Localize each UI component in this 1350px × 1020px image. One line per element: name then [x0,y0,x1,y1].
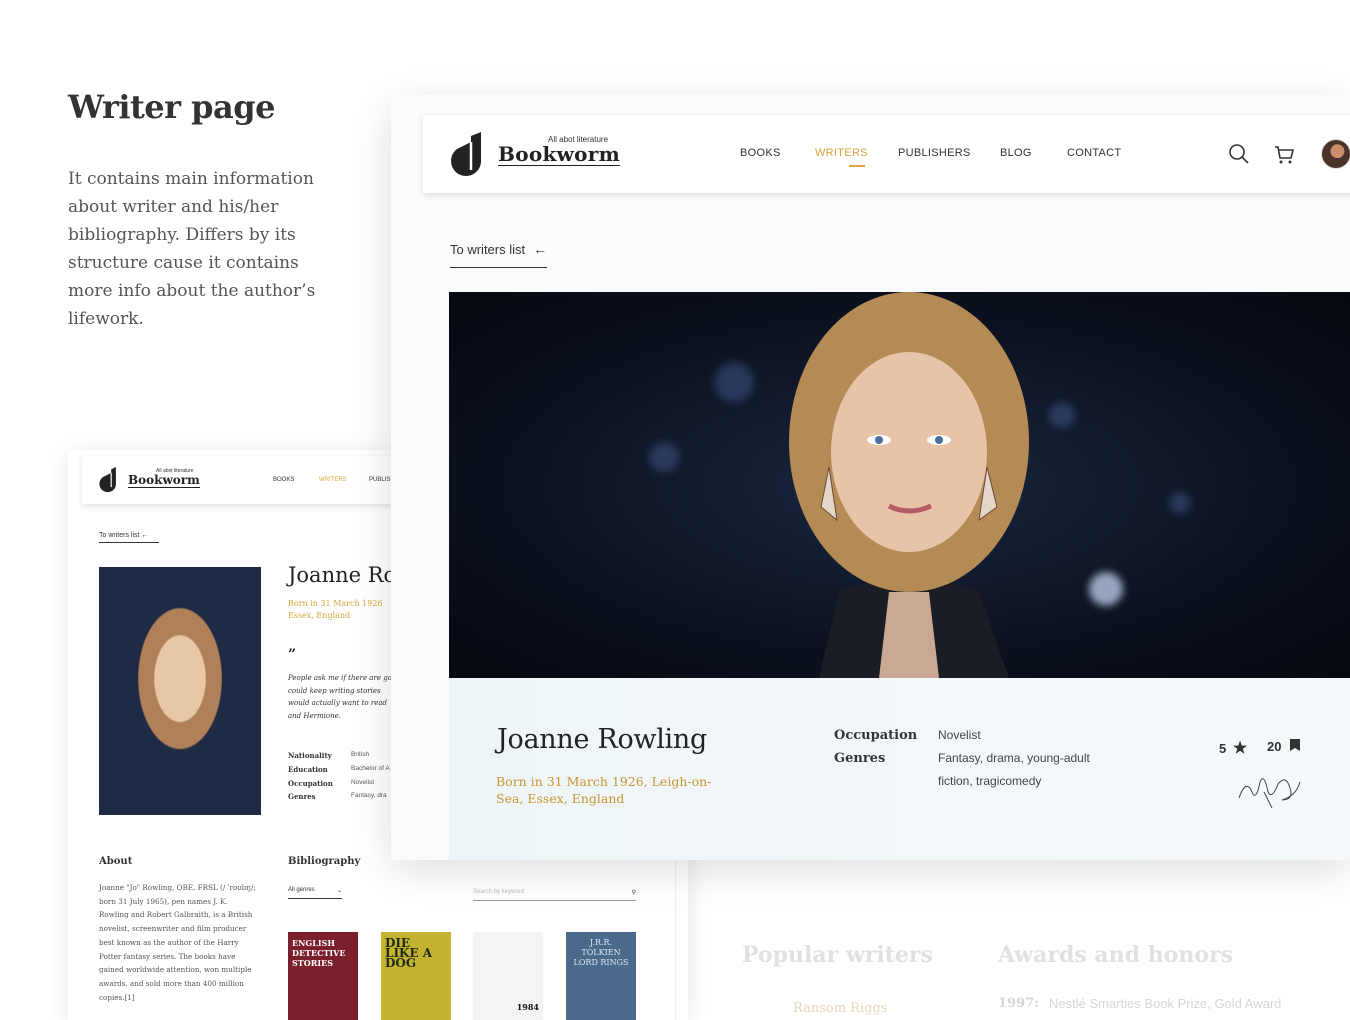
rating-stat: 5 ★ [1219,738,1247,758]
nav-publishers[interactable]: PUBLISHERS [898,147,971,159]
book-cover[interactable]: ENGLISH DETECTIVE STORIES [288,932,358,1020]
search-icon[interactable] [1228,143,1250,165]
writer-name: Joanne Rowling [497,724,707,755]
writer-info-panel: Joanne Rowling Born in 31 March 1926, Le… [449,678,1350,860]
mini-bibliography-title: Bibliography [288,856,361,867]
rating-value: 5 [1219,741,1227,756]
mini-genres-value: All genres [288,887,315,893]
nav-contact[interactable]: CONTACT [1067,147,1121,159]
divider [675,860,676,1020]
mini-writer-name: Joanne Ro [288,563,397,587]
back-to-writers-link[interactable]: To writers list ← [450,241,548,268]
mini-info-value: British [351,751,370,758]
bokeh-light [1169,492,1191,514]
page-title: Writer page [68,88,276,126]
popular-writer-name[interactable]: Ransom Riggs [793,1001,887,1016]
book-cover[interactable]: 1984 [473,932,543,1020]
mini-search-input[interactable]: Search by keyword ⚲ [473,889,636,901]
chevron-down-icon: ⌄ [336,888,342,894]
genres-value: Fantasy, drama, young-adult fiction, tra… [938,751,1090,788]
occupation-label: Occupation [834,728,918,743]
mini-writer-born: Born in 31 March 1926 Essex, England [288,599,383,620]
search-icon: ⚲ [631,890,636,896]
mini-info-label: Nationality [288,751,332,760]
genres-label: Genres [834,751,886,766]
book-cover[interactable]: J.R.R. TOLKIEN LORD RINGS [566,932,636,1020]
mini-info-value: Fantasy, dra [351,792,387,799]
book-title: DIE LIKE A DOG [385,936,433,970]
award-text: Nestlé Smarties Book Prize, Gold Award [1049,996,1282,1011]
books-count: 20 [1267,739,1282,754]
quote-icon: ” [288,647,297,663]
mini-info-label: Occupation [288,779,333,788]
mini-search-placeholder: Search by keyword [473,889,525,895]
mini-back-link[interactable]: To writers list ← [99,532,159,543]
nav-blog[interactable]: BLOG [1000,147,1032,159]
signature-icon [1238,778,1301,809]
logo-name[interactable]: Bookworm [498,143,621,166]
writer-page-mockup: All abot literature Bookworm BOOKS WRITE… [391,95,1350,860]
logo-icon [451,132,482,176]
nav-writers[interactable]: WRITERS [815,147,868,159]
star-icon: ★ [1232,740,1248,757]
writer-born: Born in 31 March 1926, Leigh-on-Sea, Ess… [496,774,712,806]
books-stat: 20 [1267,738,1301,754]
award-year: 1997: [998,996,1039,1011]
mini-genres-select[interactable]: All genres ⌄ [288,887,342,899]
mini-logo-name: Bookworm [128,473,200,488]
mini-nav-publishers[interactable]: PUBLIS [369,477,390,483]
book-title: 1984 [516,1002,539,1012]
bokeh-light [649,442,679,472]
logo-icon [99,467,116,493]
nav-books[interactable]: BOOKS [740,147,781,159]
cart-icon[interactable] [1273,143,1295,165]
mini-quote: People ask me if there are go I could ke… [288,674,397,720]
book-icon [1290,739,1301,751]
book-title: ENGLISH DETECTIVE STORIES [292,938,346,968]
mini-info-label: Education [288,765,328,774]
occupation-value: Novelist [938,728,981,742]
mini-about-text: Joanne "Jo" Rowling, OBE, FRSL (/ ˈroʊlɪ… [99,883,256,1002]
mini-writer-photo [99,567,261,815]
nav-active-indicator [849,165,865,167]
mini-nav-books[interactable]: BOOKS [273,477,294,483]
book-cover[interactable]: DIE LIKE A DOG [381,932,451,1020]
mini-info-value: Novelist [351,779,375,786]
arrow-left-icon: ← [141,532,149,539]
mini-info-value: Bachelor of A [351,765,390,772]
awards-title: Awards and honors [998,942,1233,968]
mini-info-label: Genres [288,792,316,801]
mini-about-title: About [99,856,133,867]
arrow-left-icon: ← [533,241,548,257]
avatar[interactable] [1321,139,1350,169]
mini-nav-writers[interactable]: WRITERS [319,477,347,483]
mini-back-label: To writers list [99,532,140,539]
writer-portrait [789,292,1029,678]
book-title: J.R.R. TOLKIEN LORD RINGS [573,938,629,967]
writer-hero-photo [449,292,1350,678]
back-link-label: To writers list [450,242,526,257]
popular-writers-title: Popular writers [742,942,933,968]
site-header: All abot literature Bookworm BOOKS WRITE… [423,115,1350,193]
page-description: It contains main information about write… [68,169,316,329]
